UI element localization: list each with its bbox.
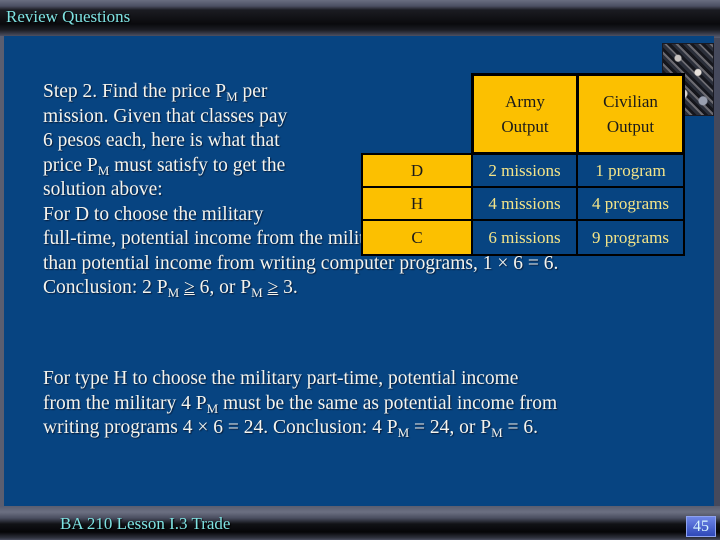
footer-course: BA 210 Lesson I.3 Trade (60, 514, 231, 533)
cell-d-army: 2 missions (471, 153, 578, 188)
page-number: 45 (686, 516, 716, 537)
cell-h-civilian: 4 programs (576, 186, 685, 221)
slide-title: Review Questions (6, 7, 131, 26)
row-label-c: C (361, 219, 473, 256)
row-label-d: D (361, 153, 473, 188)
output-table: Army Output Civilian Output D 2 missions 1… (361, 73, 685, 256)
row-label-h: H (361, 186, 473, 221)
cell-c-civilian: 9 programs (576, 219, 685, 256)
conclusion-line: Conclusion: 2 PM ≥ 6, or PM ≥ 3. (43, 277, 298, 300)
column-header-army: Army Output (471, 73, 579, 155)
header-line: Output (501, 117, 549, 136)
header-line: Army (505, 92, 545, 111)
slide: Review Questions Step 2. Find the price … (0, 0, 720, 540)
conclusion-line: writing programs 4 × 6 = 24. Conclusion:… (43, 417, 539, 440)
paragraph-type-h: For type H to choose the military part-t… (43, 367, 557, 441)
text-line: For type H to choose the military part-t… (43, 368, 519, 389)
cell-c-army: 6 missions (471, 219, 578, 256)
header-line: Civilian (603, 92, 658, 111)
header-line: Output (606, 117, 655, 136)
cell-h-army: 4 missions (471, 186, 578, 221)
text-line: from the military 4 PM must be the same … (43, 392, 558, 416)
column-header-civilian: Civilian Output (576, 73, 685, 155)
cell-d-civilian: 1 program (576, 153, 685, 188)
